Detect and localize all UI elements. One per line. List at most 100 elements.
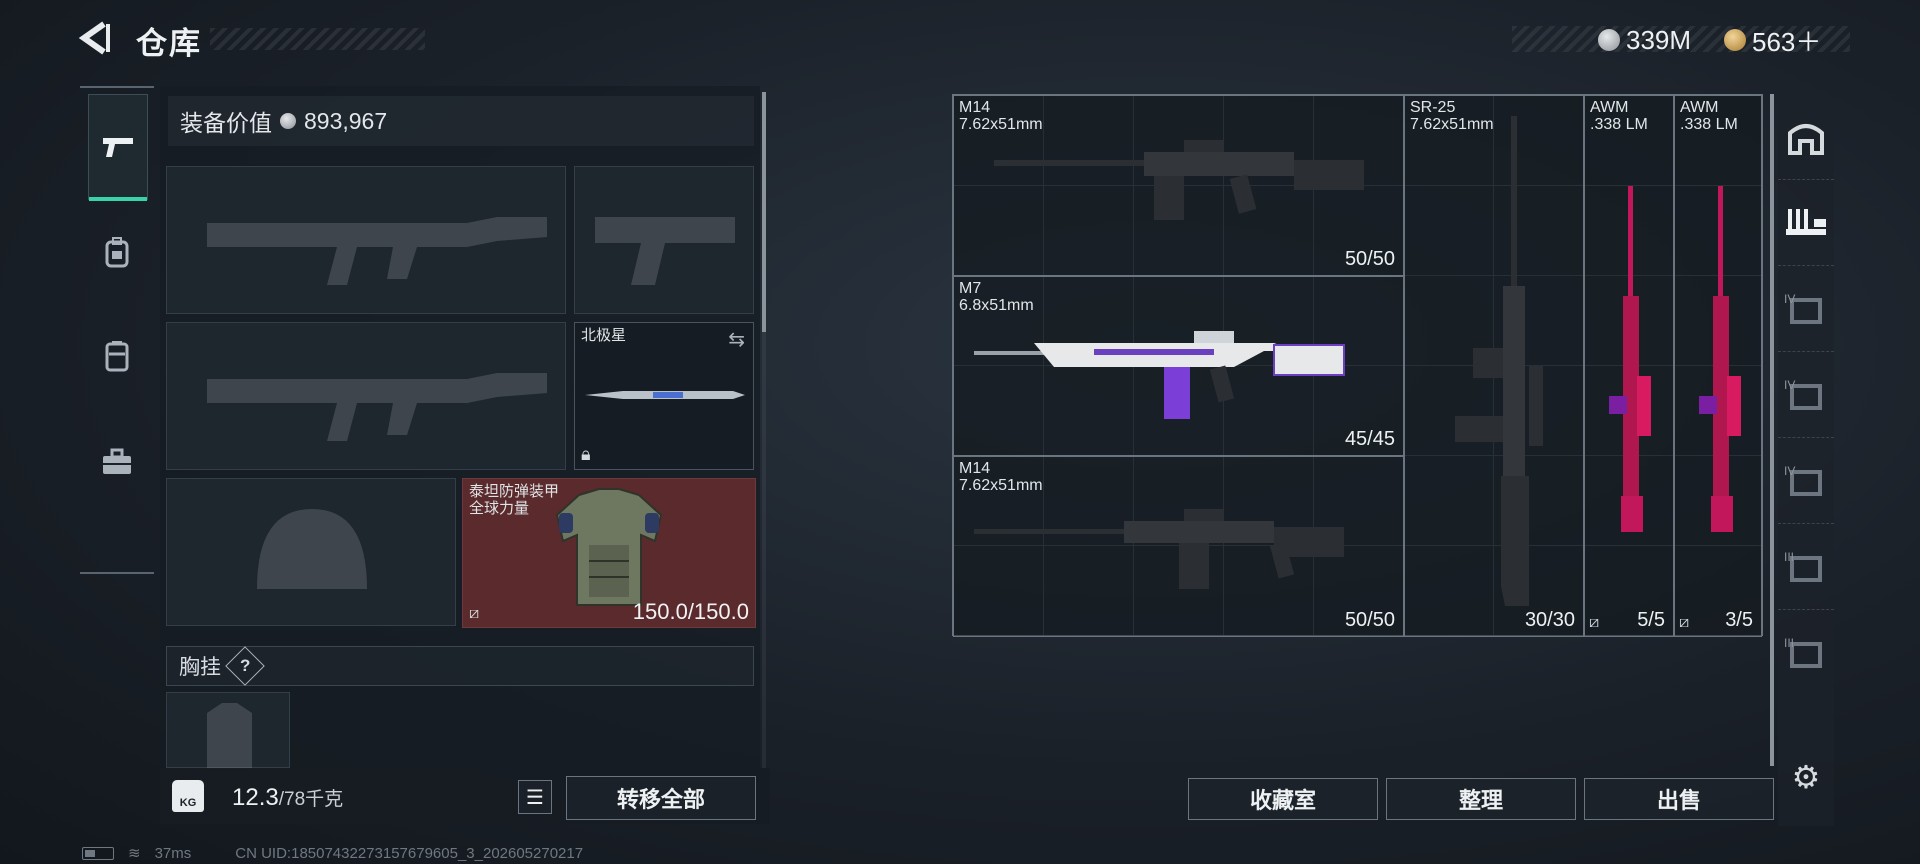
item-caliber: .338 LM: [1590, 116, 1648, 133]
pistol-icon: [103, 138, 133, 157]
back-button[interactable]: [78, 20, 114, 60]
status-bar: ≋ 37ms CN UID:18507432273157679605_3_202…: [82, 844, 583, 862]
transfer-all-button[interactable]: 转移全部: [566, 776, 756, 820]
m14-rifle-icon: [994, 140, 1364, 220]
nav-weapons[interactable]: [88, 94, 148, 201]
nav-backpack[interactable]: [88, 212, 146, 292]
melee-slot[interactable]: 北极星 ⇆ 🔒︎: [574, 322, 754, 470]
item-name: SR-25: [1410, 99, 1456, 116]
sr25-rifle-icon: [1455, 116, 1543, 606]
chest-rig-label: 胸挂: [179, 656, 221, 679]
item-label: M7 6.8x51mm: [959, 280, 1034, 314]
helmet-silhouette-icon: [257, 509, 367, 589]
item-ammo: 50/50: [1344, 248, 1395, 270]
item-ammo: 5/5: [1637, 609, 1665, 631]
tier-label: IV: [1784, 378, 1796, 392]
stash-tab-iv-3[interactable]: IV: [1778, 438, 1834, 524]
item-label: M14 7.62x51mm: [959, 460, 1043, 494]
nav-case[interactable]: [88, 422, 146, 502]
armor-name-line2: 全球力量: [469, 500, 530, 517]
gold-amount: 563＋: [1752, 26, 1822, 57]
stash-item-m14-2[interactable]: M14 7.62x51mm 50/50: [953, 456, 1404, 637]
primary-weapon-slot-1[interactable]: [166, 166, 566, 314]
settings-button[interactable]: ⚙: [1778, 734, 1834, 820]
stash-tab-weapons[interactable]: [1778, 180, 1834, 266]
item-caliber: 6.8x51mm: [959, 297, 1034, 314]
gold-coin-icon: [1724, 29, 1746, 51]
item-label: M14 7.62x51mm: [959, 99, 1043, 133]
lock-icon: 🔒︎: [581, 444, 591, 464]
chest-rig-section-header: 胸挂 ?: [166, 646, 754, 686]
item-ammo: 45/45: [1344, 428, 1395, 450]
gear-icon: ⚙: [1791, 759, 1821, 795]
melee-name: 北极星: [581, 327, 627, 344]
armor-name: 泰坦防弹装甲 全球力量: [469, 483, 559, 517]
silver-coin-icon: [280, 113, 296, 129]
stash-item-awm-2[interactable]: AWM .338 LM ⧄ 3/5: [1674, 95, 1762, 637]
armor-name-line1: 泰坦防弹装甲: [469, 483, 560, 500]
weight-max: /78千克: [278, 789, 344, 810]
equipment-value-bar: 装备价值 893,967: [168, 96, 754, 146]
stash-item-m14-1[interactable]: M14 7.62x51mm 50/50: [953, 95, 1404, 276]
gold-currency[interactable]: 563＋: [1724, 26, 1821, 57]
sell-button[interactable]: 出售: [1584, 778, 1774, 820]
stash-item-sr25[interactable]: SR-25 7.62x51mm 30/30: [1404, 95, 1584, 637]
equipment-scroll-thumb[interactable]: [762, 92, 766, 332]
title-decoration: [210, 28, 425, 50]
weight-current: 12.3: [232, 784, 279, 811]
item-name: M7: [959, 280, 982, 297]
briefcase-icon: [103, 448, 131, 474]
item-ammo: 30/30: [1524, 609, 1575, 631]
chest-rig-silhouette-icon: [207, 703, 252, 769]
item-caliber: .338 LM: [1680, 116, 1738, 133]
m14-rifle-icon: [974, 509, 1344, 589]
rifle-silhouette-icon: [207, 373, 547, 441]
primary-weapon-slot-2[interactable]: [166, 322, 566, 470]
awm-rifle-icon: [1609, 186, 1651, 532]
stash-item-m7[interactable]: M7 6.8x51mm 45/45: [953, 276, 1404, 456]
stash-tab-iii-1[interactable]: III: [1778, 524, 1834, 610]
stash-item-awm-1[interactable]: AWM .338 LM ⧄ 5/5: [1584, 95, 1674, 637]
nav-vest[interactable]: [88, 316, 146, 396]
item-caliber: 7.62x51mm: [959, 477, 1043, 494]
stash-tab-iii-2[interactable]: III: [1778, 610, 1834, 696]
awm-rifle-icon: [1699, 186, 1741, 532]
rifle-silhouette-icon: [207, 217, 547, 285]
vest-icon: [105, 341, 129, 372]
swap-icon[interactable]: ⇆: [728, 327, 745, 352]
stash-category-nav: IV IV IV III III ⚙: [1778, 94, 1834, 826]
helmet-slot[interactable]: [166, 478, 456, 626]
collection-room-button[interactable]: 收藏室: [1188, 778, 1378, 820]
vault-icon: [1788, 123, 1824, 155]
wifi-icon: ≋: [128, 845, 141, 862]
stash-scrollbar[interactable]: [1770, 94, 1774, 766]
weight-icon: KG: [172, 780, 204, 812]
sidearm-slot[interactable]: [574, 166, 754, 314]
item-label: AWM .338 LM: [1680, 99, 1738, 133]
item-name: AWM: [1680, 99, 1719, 116]
help-icon[interactable]: ?: [225, 646, 265, 686]
ping-value: 37ms: [154, 844, 192, 862]
stash-tab-iv-2[interactable]: IV: [1778, 352, 1834, 438]
weapon-rack-icon: [1786, 208, 1826, 235]
silver-amount: 339M: [1626, 24, 1692, 55]
item-caliber: 7.62x51mm: [959, 116, 1043, 133]
stash-grid: M14 7.62x51mm 50/50 M7 6.8x51mm 45/45 M14 7…: [952, 94, 1763, 637]
sort-button[interactable]: 整理: [1386, 778, 1576, 820]
chest-rig-slot[interactable]: [166, 692, 290, 769]
no-insure-icon: ⧄: [1679, 614, 1690, 631]
item-ammo: 3/5: [1725, 609, 1753, 631]
stash-tab-iv-1[interactable]: IV: [1778, 266, 1834, 352]
stash-tab-home[interactable]: [1778, 94, 1834, 180]
list-view-button[interactable]: ☰: [518, 780, 552, 814]
body-armor-slot[interactable]: 泰坦防弹装甲 全球力量 ⧄ 150.0/150.0: [462, 478, 756, 628]
battery-icon: [82, 846, 114, 860]
tier-label: IV: [1784, 464, 1796, 478]
list-icon: ☰: [526, 786, 544, 809]
armor-durability: 150.0/150.0: [632, 599, 749, 624]
tier-label: III: [1784, 550, 1795, 564]
backpack-icon: [105, 237, 129, 268]
page-title: 仓库: [136, 26, 202, 61]
silver-coin-icon: [1598, 29, 1620, 51]
item-ammo: 50/50: [1344, 609, 1395, 631]
